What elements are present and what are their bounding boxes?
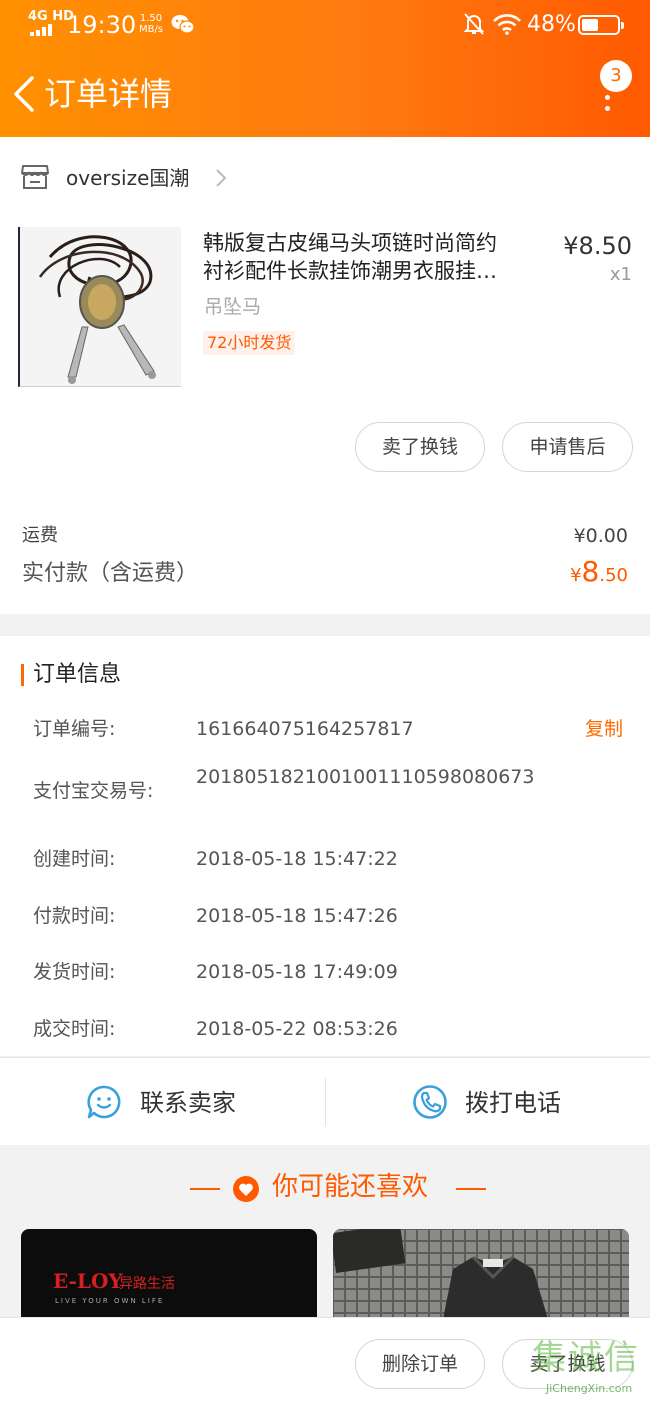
- wechat-icon: [171, 15, 195, 34]
- recommend-item[interactable]: E-LOY 异路生活 LIVE YOUR OWN LIFE: [21, 1229, 317, 1319]
- completed-time-value: 2018-05-22 08:53:26: [196, 1018, 398, 1040]
- paid-integer: 8: [581, 555, 600, 588]
- contact-seller-button[interactable]: 联系卖家: [0, 1058, 325, 1146]
- message-badge: 3: [600, 60, 632, 92]
- necklace-image: [20, 227, 181, 386]
- watermark-text: 集诚信: [532, 1338, 640, 1378]
- order-card: oversize国潮 韩版复古皮绳马头项链时尚简约 衬衫配件长款挂饰潮男衣服挂……: [0, 137, 650, 614]
- more-dot-icon: [605, 106, 610, 111]
- page-title: 订单详情: [44, 75, 173, 113]
- speed-unit: MB/s: [138, 24, 164, 35]
- status-bar: 4G HD 19:30 1.50 MB/s 48%: [0, 0, 650, 52]
- speed-value: 1.50: [139, 13, 163, 24]
- delete-order-button[interactable]: 删除订单: [355, 1339, 485, 1389]
- shipping-fee-value: ¥0.00: [573, 525, 628, 547]
- recommend-item[interactable]: [333, 1229, 629, 1319]
- product-image[interactable]: [18, 227, 181, 387]
- product-title[interactable]: 韩版复古皮绳马头项链时尚简约 衬衫配件长款挂饰潮男衣服挂…: [203, 229, 533, 285]
- paid-currency: ¥: [570, 565, 582, 586]
- sell-for-cash-button[interactable]: 卖了换钱: [355, 422, 485, 472]
- contact-seller-label: 联系卖家: [140, 1089, 236, 1117]
- paid-amount-label: 实付款（含运费）: [22, 561, 199, 586]
- product-price: ¥8.50: [563, 232, 632, 260]
- product-sku: 吊坠马: [204, 296, 262, 318]
- created-time-value: 2018-05-18 15:47:22: [196, 848, 398, 870]
- header: 4G HD 19:30 1.50 MB/s 48% 订单详情 3: [0, 0, 650, 137]
- paid-time-value: 2018-05-18 15:47:26: [196, 905, 398, 927]
- network-speed: 1.50 MB/s: [136, 13, 166, 35]
- recommend-title: 你可能还喜欢: [272, 1172, 429, 1202]
- brand-logo-text: E-LOY: [53, 1269, 123, 1293]
- call-phone-button[interactable]: 拨打电话: [326, 1058, 650, 1146]
- order-number-label: 订单编号:: [33, 718, 116, 740]
- paid-decimal: .50: [599, 565, 628, 586]
- nav-bar: 订单详情 3: [0, 56, 650, 136]
- shop-name: oversize国潮: [66, 166, 190, 190]
- watermark-url: JiChengXin.com: [546, 1382, 633, 1395]
- order-info-heading: 订单信息: [33, 662, 122, 687]
- contact-bar: 联系卖家 拨打电话: [0, 1057, 650, 1145]
- paid-amount-value: ¥8.50: [520, 555, 628, 588]
- shop-icon: [21, 165, 49, 189]
- order-info-section: 订单信息 订单编号: 161664075164257817 复制 支付宝交易号:…: [0, 636, 650, 1056]
- clock: 19:30: [67, 11, 137, 39]
- brand-slogan: LIVE YOUR OWN LIFE: [55, 1297, 165, 1305]
- section-accent-bar: [21, 664, 24, 686]
- more-button[interactable]: 3: [590, 60, 636, 120]
- signal-icon: [30, 24, 56, 36]
- more-dot-icon: [605, 95, 610, 100]
- shipped-time-label: 发货时间:: [33, 961, 116, 983]
- shipping-fee-label: 运费: [22, 525, 58, 546]
- order-number-value: 161664075164257817: [196, 718, 414, 740]
- product-title-line2: 衬衫配件长款挂饰潮男衣服挂…: [203, 259, 497, 283]
- bottom-action-bar: 删除订单 卖了换钱 集诚信 JiChengXin.com: [0, 1317, 650, 1408]
- heart-icon: [233, 1176, 259, 1202]
- jacket-image: [333, 1229, 629, 1319]
- product-title-line1: 韩版复古皮绳马头项链时尚简约: [203, 231, 497, 255]
- brand-cn-text: 异路生活: [119, 1276, 175, 1292]
- alipay-trade-value: 2018051821001001110598080673: [196, 766, 535, 788]
- after-sales-button[interactable]: 申请售后: [502, 422, 633, 472]
- wifi-icon: [493, 14, 521, 35]
- shipped-time-value: 2018-05-18 17:49:09: [196, 961, 398, 983]
- recommend-section: 你可能还喜欢 E-LOY 异路生活 LIVE YOUR OWN LIFE: [0, 1145, 650, 1319]
- dash-decoration: [456, 1188, 486, 1190]
- alipay-trade-label: 支付宝交易号:: [33, 780, 154, 802]
- chat-bubble-icon: [87, 1085, 121, 1119]
- phone-icon: [413, 1085, 447, 1119]
- chevron-right-icon: [216, 169, 227, 187]
- mute-icon: [464, 13, 484, 35]
- dash-decoration: [190, 1188, 220, 1190]
- shipping-tag: 72小时发货: [203, 331, 296, 355]
- created-time-label: 创建时间:: [33, 848, 116, 870]
- recommend-header: 你可能还喜欢: [0, 1169, 650, 1209]
- completed-time-label: 成交时间:: [33, 1018, 116, 1040]
- copy-button[interactable]: 复制: [585, 715, 623, 743]
- paid-time-label: 付款时间:: [33, 905, 116, 927]
- product-quantity: x1: [609, 264, 632, 285]
- back-icon[interactable]: [8, 72, 40, 116]
- battery-icon: [578, 15, 624, 35]
- battery-percent: 48%: [527, 12, 576, 37]
- call-phone-label: 拨打电话: [465, 1089, 561, 1117]
- watermark: 集诚信 JiChengXin.com: [532, 1336, 650, 1408]
